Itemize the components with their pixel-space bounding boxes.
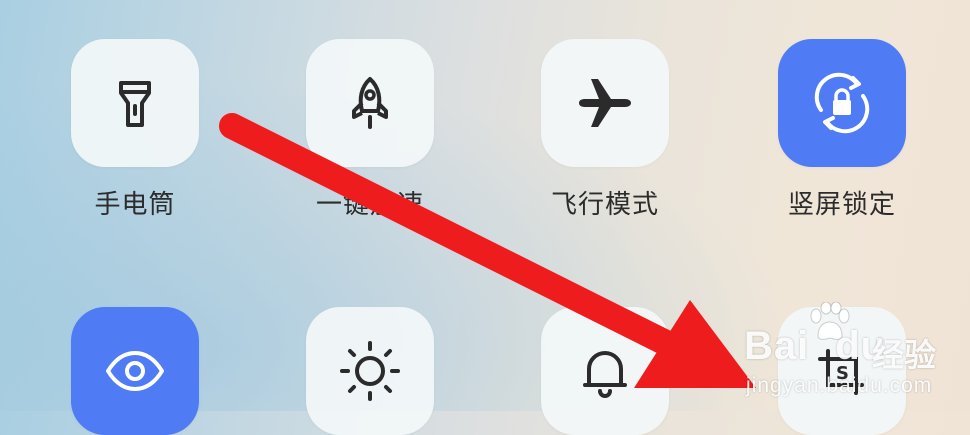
tile-flashlight[interactable] <box>71 39 199 167</box>
tile-airplane[interactable] <box>541 39 669 167</box>
watermark-cn: 经验 <box>872 336 937 374</box>
flashlight-icon <box>119 81 151 127</box>
tile-rotation-lock[interactable] <box>778 39 906 167</box>
tile-airplane-label: 飞行模式 <box>550 190 659 220</box>
baidu-jingyan-watermark: Bai du 经验 jingyan.baidu.com <box>744 300 964 408</box>
rocket-icon <box>352 77 388 129</box>
tile-rotation-lock-label: 竖屏锁定 <box>787 190 896 220</box>
eye-icon <box>106 351 164 391</box>
watermark-url: jingyan.baidu.com <box>746 374 933 397</box>
bell-icon <box>583 351 627 398</box>
tile-speedup[interactable] <box>306 39 434 167</box>
rotation-lock-icon <box>814 72 870 134</box>
tile-dark-mode[interactable] <box>306 307 434 435</box>
tile-flashlight-label: 手电筒 <box>94 190 176 220</box>
tile-notification[interactable] <box>541 307 669 435</box>
tile-speedup-label: 一键加速 <box>315 190 424 220</box>
watermark-brand: Bai du <box>744 324 887 368</box>
tile-eye-comfort[interactable] <box>71 307 199 435</box>
airplane-icon <box>579 79 631 127</box>
brightness-icon <box>340 341 400 401</box>
